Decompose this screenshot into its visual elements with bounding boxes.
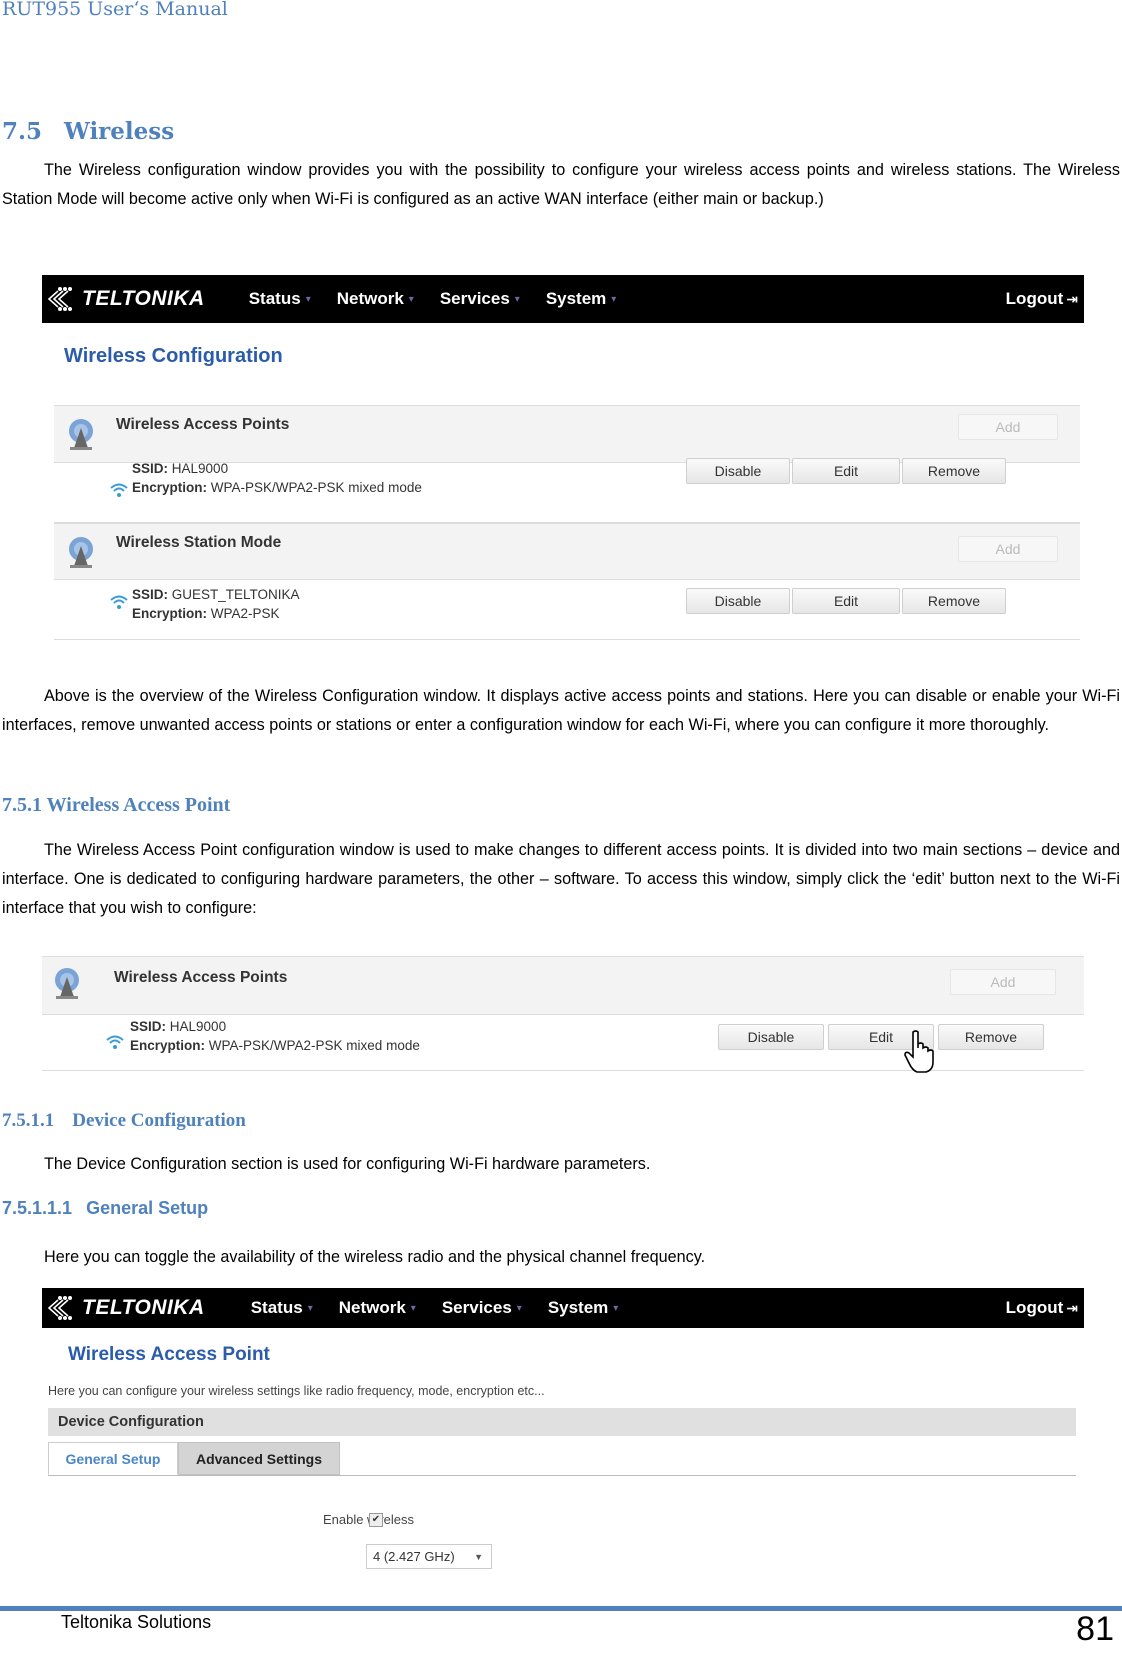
nav-system[interactable]: System ▾: [546, 289, 617, 309]
ap-remove-button[interactable]: Remove: [902, 458, 1006, 484]
nav-network[interactable]: Network ▾: [337, 289, 414, 309]
ap-remove-button[interactable]: Remove: [938, 1024, 1044, 1050]
subsection-heading-device-config: 7.5.1.1 Device Configuration: [2, 1110, 246, 1131]
page-number: 81: [1076, 1610, 1114, 1648]
teltonika-logo-icon: [47, 1296, 72, 1320]
document-header-title: RUT955 User‘s Manual: [2, 0, 228, 20]
footer-company: Teltonika Solutions: [61, 1612, 212, 1632]
access-points-header: Wireless Access Points Add: [42, 956, 1084, 1015]
dropdown-arrow-icon: ▼: [474, 1551, 483, 1562]
caret-down-icon: ▾: [305, 293, 311, 305]
wap-description: Here you can configure your wireless set…: [48, 1384, 545, 1398]
wifi-icon: [110, 595, 128, 609]
access-points-header: Wireless Access Points Add: [54, 405, 1080, 463]
edit-access-point-screenshot: Wireless Access Points Add SSID: HAL9000…: [42, 956, 1084, 1076]
hand-pointer-cursor-icon: [904, 1030, 934, 1073]
ap-encryption: Encryption: WPA-PSK/WPA2-PSK mixed mode: [130, 1038, 420, 1053]
enable-wireless-checkbox[interactable]: ✔: [369, 1513, 383, 1527]
caret-down-icon: ▾: [307, 1302, 313, 1314]
station-disable-button[interactable]: Disable: [686, 588, 790, 614]
intro-text: The Wireless configuration window provid…: [2, 161, 1120, 208]
overview-paragraph: Above is the overview of the Wireless Co…: [2, 682, 1120, 740]
caret-down-icon: ▾: [410, 1302, 416, 1314]
add-access-point-button[interactable]: Add: [958, 414, 1058, 440]
wireless-antenna-icon: [55, 968, 79, 999]
wireless-access-point-screenshot: TELTONIKA Status ▾ Network ▾ Services ▾ Sys…: [42, 1288, 1084, 1584]
caret-down-icon: ▾: [514, 293, 520, 305]
station-encryption: Encryption: WPA2-PSK: [132, 606, 280, 621]
router-navbar: TELTONIKA Status ▾ Network ▾ Services ▾ Sys…: [42, 1288, 1084, 1328]
general-setup-paragraph: Here you can toggle the availability of …: [44, 1243, 1044, 1272]
nav-network[interactable]: Network ▾: [339, 1298, 416, 1318]
station-mode-title: Wireless Station Mode: [116, 534, 282, 551]
brand-name: TELTONIKA: [82, 287, 205, 310]
caret-down-icon: ▾: [613, 1302, 619, 1314]
channel-select[interactable]: 4 (2.427 GHz) ▼: [366, 1544, 492, 1569]
nav-services[interactable]: Services ▾: [442, 1298, 522, 1318]
teltonika-logo-icon: [47, 287, 72, 311]
access-point-row: SSID: HAL9000 Encryption: WPA-PSK/WPA2-P…: [54, 458, 1080, 523]
ap-ssid: SSID: HAL9000: [130, 1019, 227, 1034]
nav-system[interactable]: System ▾: [548, 1298, 619, 1318]
nav-status[interactable]: Status ▾: [249, 289, 311, 309]
caret-down-icon: ▾: [516, 1302, 522, 1314]
wireless-config-title: Wireless Configuration: [64, 345, 283, 367]
router-navbar: TELTONIKA Status ▾ Network ▾ Services ▾ Sys…: [42, 275, 1084, 323]
ap-disable-button[interactable]: Disable: [686, 458, 790, 484]
wireless-antenna-icon: [69, 537, 93, 568]
logout-link[interactable]: Logout ⇥: [1006, 1288, 1078, 1328]
station-remove-button[interactable]: Remove: [902, 588, 1006, 614]
ap-edit-button[interactable]: Edit: [792, 458, 900, 484]
device-configuration-bar: Device Configuration: [48, 1408, 1076, 1436]
caret-down-icon: ▾: [611, 293, 617, 305]
station-edit-button[interactable]: Edit: [792, 588, 900, 614]
section-number: 7.5: [2, 118, 43, 145]
add-station-button[interactable]: Add: [958, 536, 1058, 562]
ap-ssid: SSID: HAL9000: [132, 461, 229, 476]
section-title: Wireless: [64, 118, 175, 145]
station-mode-header: Wireless Station Mode Add: [54, 523, 1080, 580]
intro-paragraph: The Wireless configuration window provid…: [2, 156, 1120, 214]
device-config-tabs: General Setup Advanced Settings: [48, 1442, 1076, 1476]
station-ssid: SSID: GUEST_TELTONIKA: [132, 587, 300, 602]
wifi-icon: [110, 483, 128, 497]
wifi-icon: [106, 1035, 124, 1049]
ap-disable-button[interactable]: Disable: [718, 1024, 824, 1050]
caret-down-icon: ▾: [408, 293, 414, 305]
logout-icon: ⇥: [1066, 1299, 1078, 1316]
overview-text: Above is the overview of the Wireless Co…: [2, 687, 1120, 734]
teltonika-logo: TELTONIKA: [46, 1295, 205, 1321]
access-points-title: Wireless Access Points: [116, 416, 290, 433]
nav-status[interactable]: Status ▾: [251, 1298, 313, 1318]
nav-services[interactable]: Services ▾: [440, 289, 520, 309]
wireless-access-point-title: Wireless Access Point: [68, 1344, 270, 1365]
general-setup-text: Here you can toggle the availability of …: [44, 1248, 706, 1266]
channel-value: 4 (2.427 GHz): [373, 1549, 455, 1564]
footer-divider: [0, 1606, 1122, 1611]
checkmark-icon: ✔: [371, 1514, 381, 1525]
wap-paragraph: The Wireless Access Point configuration …: [2, 836, 1120, 923]
logout-icon: ⇥: [1066, 290, 1078, 307]
section-heading: 7.5 Wireless: [2, 118, 174, 145]
access-points-title: Wireless Access Points: [114, 969, 288, 986]
tab-advanced-settings[interactable]: Advanced Settings: [178, 1442, 340, 1475]
wireless-configuration-screenshot: TELTONIKA Status ▾ Network ▾ Services ▾ Sys…: [42, 275, 1084, 667]
device-config-text: The Device Configuration section is used…: [44, 1155, 651, 1173]
subsection-heading-general-setup: 7.5.1.1.1 General Setup: [2, 1198, 209, 1218]
wireless-antenna-icon: [69, 419, 93, 450]
add-access-point-button[interactable]: Add: [950, 969, 1056, 995]
wap-text: The Wireless Access Point configuration …: [2, 841, 1120, 917]
device-config-paragraph: The Device Configuration section is used…: [2, 1150, 1120, 1179]
tab-general-setup[interactable]: General Setup: [48, 1442, 178, 1475]
ap-encryption: Encryption: WPA-PSK/WPA2-PSK mixed mode: [132, 480, 422, 495]
station-row: SSID: GUEST_TELTONIKA Encryption: WPA2-P…: [54, 579, 1080, 640]
teltonika-logo: TELTONIKA: [46, 286, 205, 312]
brand-name: TELTONIKA: [82, 1296, 205, 1319]
logout-link[interactable]: Logout ⇥: [1006, 275, 1078, 323]
subsection-heading-wap: 7.5.1 Wireless Access Point: [2, 794, 231, 816]
